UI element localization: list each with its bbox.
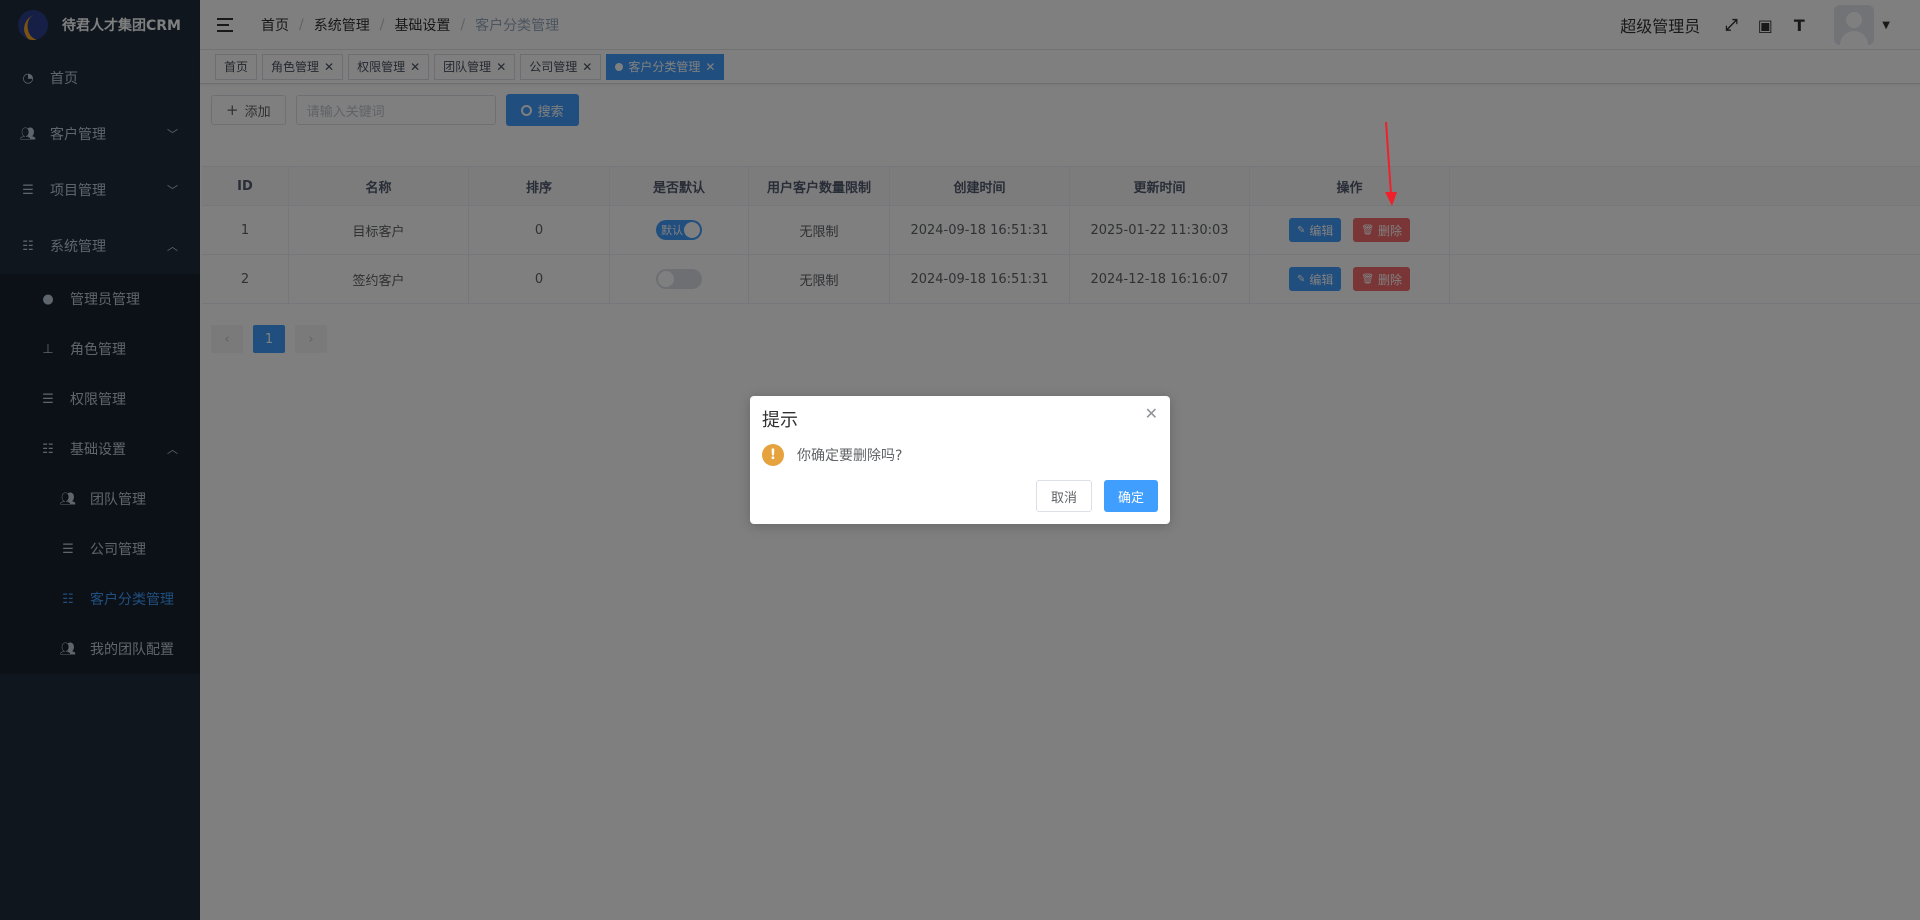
dialog-message: 你确定要删除吗? (797, 448, 903, 464)
confirm-dialog: 提示 ✕ ! 你确定要删除吗? 取消 确定 (750, 396, 1170, 524)
close-icon[interactable]: ✕ (1145, 404, 1158, 423)
warning-icon: ! (762, 444, 784, 466)
confirm-button[interactable]: 确定 (1103, 480, 1158, 512)
dialog-body: ! 你确定要删除吗? (762, 444, 902, 466)
cancel-button[interactable]: 取消 (1035, 480, 1092, 512)
dialog-title: 提示 (762, 410, 798, 431)
annotation-arrow-icon (1385, 121, 1397, 206)
dialog-buttons: 取消 确定 (1035, 480, 1158, 512)
